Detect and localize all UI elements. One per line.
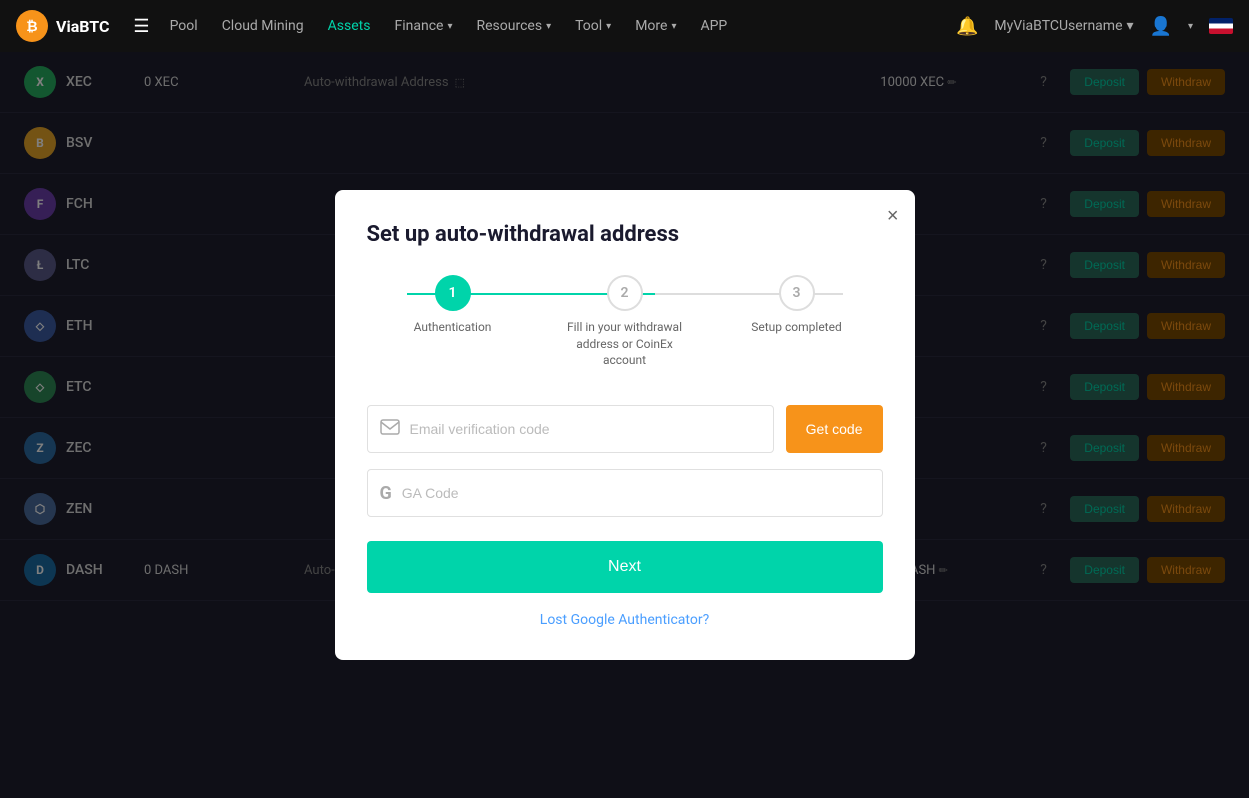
nav-resources[interactable]: Resources ▾ — [476, 18, 551, 34]
hamburger-icon[interactable]: ☰ — [133, 16, 149, 37]
chevron-down-icon: ▾ — [606, 21, 611, 32]
next-button[interactable]: Next — [367, 541, 883, 593]
nav-finance[interactable]: Finance ▾ — [394, 18, 452, 34]
ga-code-input[interactable] — [402, 485, 870, 501]
ga-form-group: G — [367, 469, 883, 517]
chevron-down-icon: ▾ — [447, 21, 452, 32]
modal-title: Set up auto-withdrawal address — [367, 222, 883, 247]
email-input-wrapper — [367, 405, 774, 453]
envelope-icon — [380, 419, 400, 440]
email-row: Get code — [367, 405, 883, 453]
step-circle-1: 1 — [435, 275, 471, 311]
logo-icon: ₿ — [16, 10, 48, 42]
bell-icon[interactable]: 🔔 — [956, 16, 978, 37]
username-display[interactable]: MyViaBTCUsername ▾ — [994, 18, 1133, 34]
step-2: 2 Fill in your withdrawal address or Coi… — [539, 275, 711, 369]
modal-footer: Lost Google Authenticator? — [367, 609, 883, 628]
step-label-1: Authentication — [414, 319, 492, 336]
nav-cloud-mining[interactable]: Cloud Mining — [222, 18, 304, 34]
chevron-down-icon: ▾ — [671, 21, 676, 32]
language-flag[interactable] — [1209, 18, 1233, 34]
modal-overlay: × Set up auto-withdrawal address 1 Authe… — [0, 52, 1249, 798]
nav-links: Pool Cloud Mining Assets Finance ▾ Resou… — [170, 18, 936, 34]
lost-ga-link[interactable]: Lost Google Authenticator? — [540, 612, 709, 628]
user-icon[interactable]: 👤 — [1150, 16, 1172, 37]
logo: ₿ ViaBTC — [16, 10, 109, 42]
step-circle-3: 3 — [779, 275, 815, 311]
step-1: 1 Authentication — [367, 275, 539, 336]
get-code-button[interactable]: Get code — [786, 405, 883, 453]
chevron-down-icon: ▾ — [1188, 21, 1193, 32]
navbar-right: 🔔 MyViaBTCUsername ▾ 👤 ▾ — [956, 16, 1233, 37]
step-label-3: Setup completed — [751, 319, 841, 336]
step-label-2: Fill in your withdrawal address or CoinE… — [565, 319, 685, 369]
nav-tool[interactable]: Tool ▾ — [575, 18, 611, 34]
chevron-down-icon: ▾ — [546, 21, 551, 32]
nav-app[interactable]: APP — [700, 18, 727, 34]
nav-more[interactable]: More ▾ — [635, 18, 676, 34]
navbar: ₿ ViaBTC ☰ Pool Cloud Mining Assets Fina… — [0, 0, 1249, 52]
nav-pool[interactable]: Pool — [170, 18, 198, 34]
email-form-group: Get code — [367, 405, 883, 453]
stepper: 1 Authentication 2 Fill in your withdraw… — [367, 275, 883, 369]
step-circle-2: 2 — [607, 275, 643, 311]
auto-withdrawal-modal: × Set up auto-withdrawal address 1 Authe… — [335, 190, 915, 660]
chevron-down-icon: ▾ — [1127, 18, 1134, 34]
logo-text: ViaBTC — [56, 17, 109, 36]
nav-assets[interactable]: Assets — [328, 18, 371, 34]
email-verification-input[interactable] — [410, 421, 761, 437]
google-icon: G — [380, 483, 392, 504]
ga-input-wrapper: G — [367, 469, 883, 517]
modal-close-button[interactable]: × — [887, 206, 899, 226]
step-3: 3 Setup completed — [711, 275, 883, 336]
